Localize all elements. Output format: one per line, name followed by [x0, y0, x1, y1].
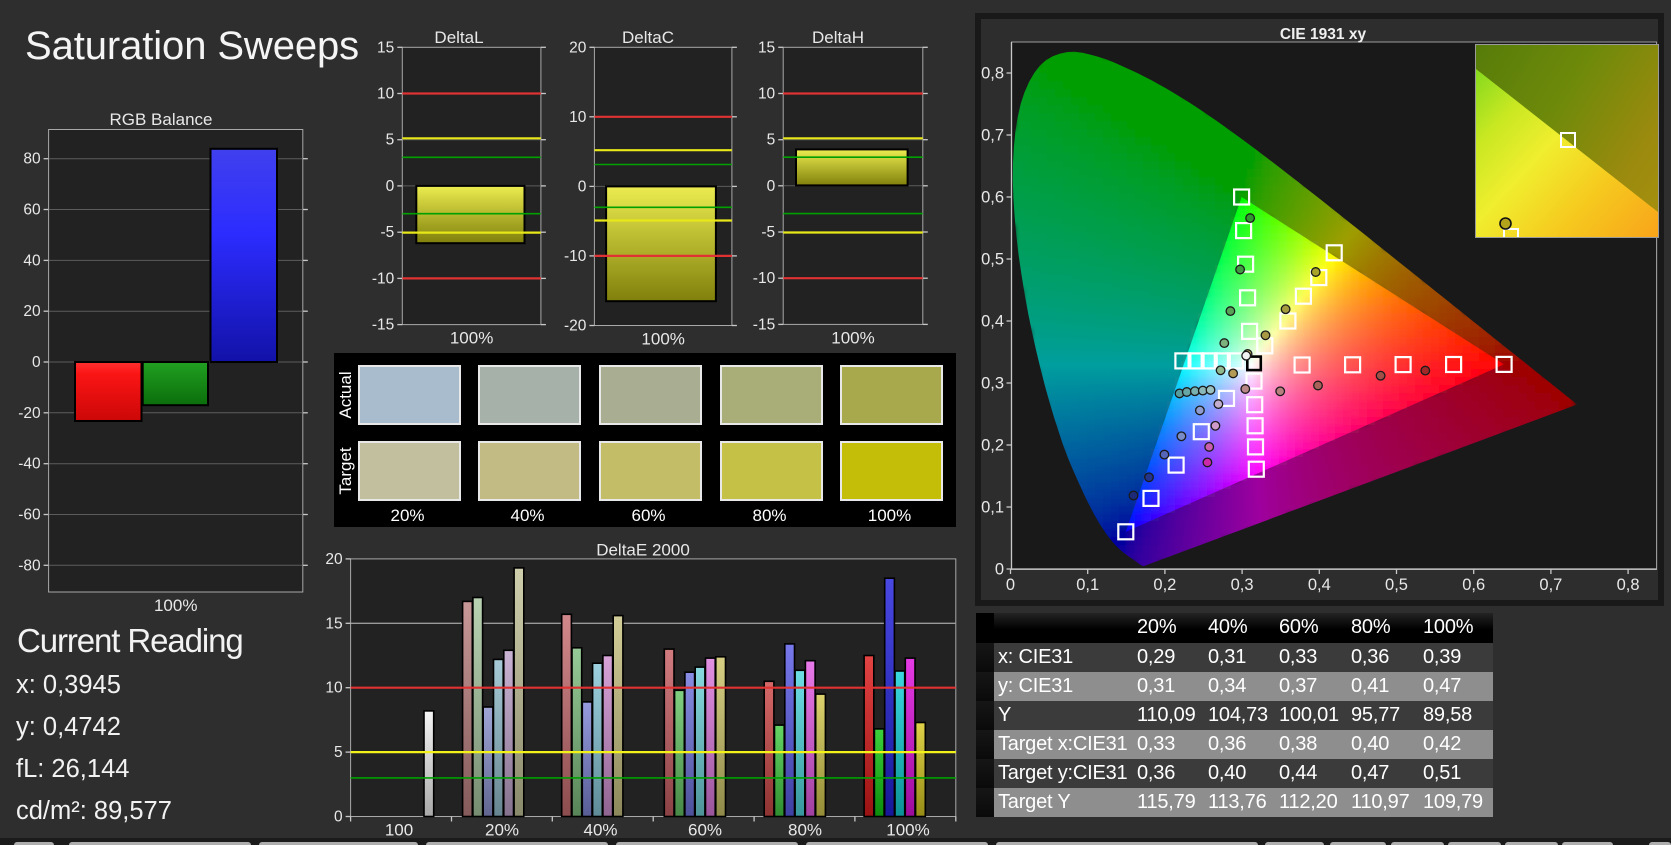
svg-text:100%: 100%: [886, 821, 929, 840]
svg-text:5: 5: [386, 132, 395, 149]
svg-text:20%: 20%: [485, 821, 519, 840]
svg-text:15: 15: [377, 39, 394, 56]
svg-text:-10: -10: [753, 270, 776, 287]
svg-text:-80: -80: [18, 557, 41, 574]
svg-text:-60: -60: [18, 506, 41, 523]
svg-text:10: 10: [758, 85, 776, 102]
svg-text:100%: 100%: [450, 329, 493, 348]
svg-text:DeltaE 2000: DeltaE 2000: [596, 540, 690, 559]
svg-text:80%: 80%: [788, 821, 822, 840]
svg-text:RGB Balance: RGB Balance: [110, 110, 213, 129]
svg-text:-10: -10: [564, 248, 587, 265]
svg-text:-20: -20: [564, 318, 587, 335]
svg-text:0: 0: [386, 178, 395, 195]
svg-text:10: 10: [569, 109, 587, 126]
svg-text:DeltaL: DeltaL: [434, 28, 483, 47]
svg-text:-5: -5: [381, 224, 395, 241]
svg-text:100%: 100%: [641, 330, 684, 349]
svg-text:10: 10: [377, 86, 395, 103]
svg-text:0: 0: [32, 354, 41, 371]
svg-text:100%: 100%: [154, 596, 197, 615]
svg-text:0: 0: [334, 809, 343, 826]
svg-text:5: 5: [334, 744, 343, 761]
svg-text:100: 100: [385, 821, 413, 840]
svg-text:20: 20: [325, 551, 343, 568]
svg-text:40: 40: [23, 252, 41, 269]
svg-text:15: 15: [325, 615, 342, 632]
svg-text:-15: -15: [753, 316, 775, 333]
svg-text:DeltaH: DeltaH: [812, 28, 864, 47]
svg-text:-20: -20: [18, 405, 41, 422]
svg-text:10: 10: [325, 680, 343, 697]
svg-text:5: 5: [767, 132, 776, 149]
svg-text:40%: 40%: [583, 821, 617, 840]
svg-text:0: 0: [578, 178, 587, 195]
svg-text:15: 15: [758, 39, 775, 56]
svg-text:60: 60: [23, 202, 41, 219]
svg-text:100%: 100%: [831, 328, 874, 347]
svg-text:60%: 60%: [688, 821, 722, 840]
svg-text:DeltaC: DeltaC: [622, 28, 674, 47]
svg-text:20: 20: [569, 39, 587, 56]
svg-text:-15: -15: [372, 317, 394, 334]
svg-text:80: 80: [23, 151, 41, 168]
svg-text:-40: -40: [18, 456, 41, 473]
svg-text:20: 20: [23, 303, 41, 320]
svg-text:-10: -10: [372, 270, 395, 287]
svg-text:-5: -5: [761, 224, 775, 241]
svg-text:0: 0: [767, 178, 776, 195]
